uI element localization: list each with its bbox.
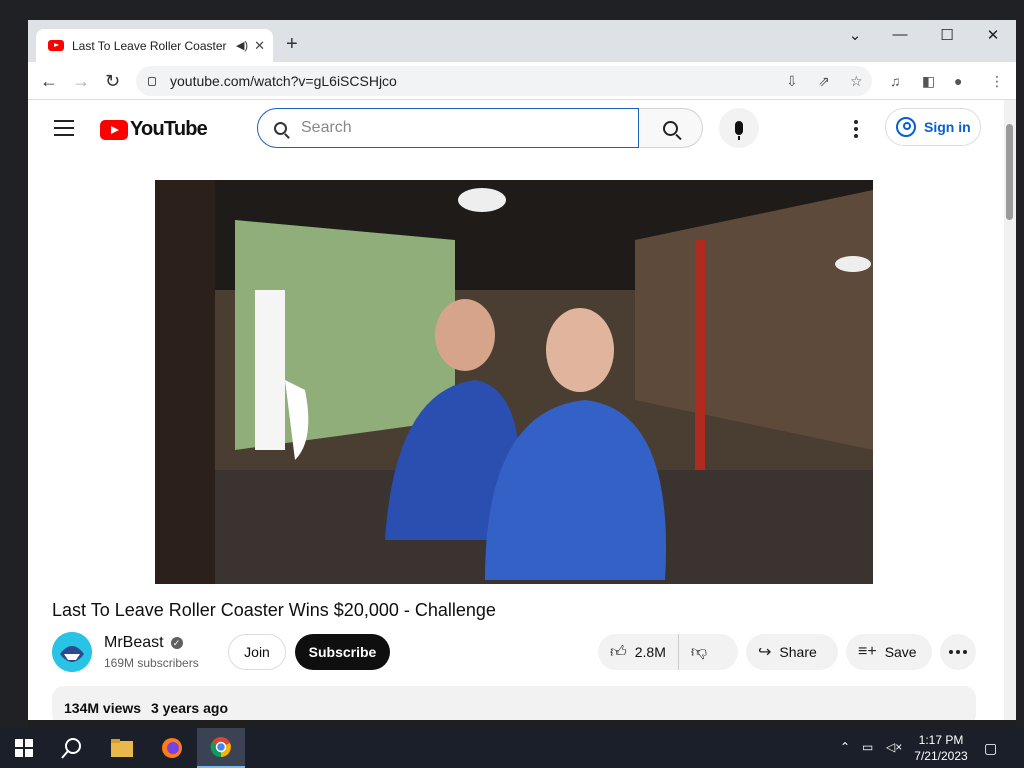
save-button[interactable]: ≡+ Save [846,634,932,670]
more-actions-button[interactable] [940,634,976,670]
view-count: 134M views [64,700,142,716]
url-text: youtube.com/watch?v=gL6iSCSHjco [170,73,397,89]
thumbs-down-icon: 👎︎ [690,643,708,661]
new-tab-button[interactable]: + [286,34,298,54]
search-icon [274,121,287,135]
search-button[interactable] [639,108,703,148]
side-panel-icon[interactable]: ◧ [922,73,935,90]
tab-strip: Last To Leave Roller Coaster ◀) ✕ + ⌄ — … [28,20,1016,62]
playlist-add-icon: ≡+ [858,643,877,660]
start-button[interactable] [0,728,48,768]
network-icon[interactable]: ▭ [862,740,873,754]
join-button[interactable]: Join [228,634,286,670]
windows-taskbar: ⌃ ▭ ◁× 1:17 PM 7/21/2023 ▢ [0,728,1024,768]
bookmark-star-icon[interactable]: ☆ [850,73,863,90]
sign-in-label: Sign in [924,119,971,135]
youtube-wordmark: YouTube [130,118,208,140]
search-icon [663,120,678,136]
desktop-top-edge [0,0,1024,20]
like-button[interactable]: 👍︎ 2.8M [598,634,679,670]
share-page-icon[interactable]: ⇗ [818,73,830,90]
scrollbar-thumb[interactable] [1006,124,1013,220]
search-box[interactable] [257,108,639,148]
youtube-logo[interactable]: YouTube [100,118,208,141]
address-bar[interactable]: youtube.com/watch?v=gL6iSCSHjco [136,66,872,96]
forward-arrow-icon[interactable]: → [72,70,90,92]
video-frame-image [155,180,873,584]
page-scrollbar[interactable] [1004,100,1016,720]
video-player[interactable] [155,180,873,584]
browser-window: Last To Leave Roller Coaster ◀) ✕ + ⌄ — … [28,20,1016,720]
clock-time: 1:17 PM [918,733,964,747]
youtube-favicon-icon [48,40,64,51]
clock-date: 7/21/2023 [914,749,968,763]
notification-icon[interactable]: ▢ [984,740,997,757]
hamburger-menu-icon[interactable] [54,120,74,136]
description-box[interactable]: 134M views 3 years ago [52,686,976,720]
user-circle-icon [896,117,916,137]
microphone-icon [735,121,743,140]
chrome-icon [210,737,231,758]
tab-active[interactable]: Last To Leave Roller Coaster ◀) ✕ [36,29,273,62]
lock-icon[interactable] [148,76,156,86]
share-button[interactable]: ↪ Share [746,634,838,670]
like-dislike-group: 👍︎ 2.8M 👎︎ [598,634,738,670]
desktop-left-edge [0,20,28,728]
verified-check-icon: ✓ [170,637,183,649]
browser-menu-icon[interactable]: ⋮ [990,73,1004,90]
file-explorer-button[interactable] [98,728,146,768]
share-label: Share [779,644,817,660]
save-label: Save [884,644,917,660]
share-arrow-icon: ↪ [758,644,772,661]
profile-icon[interactable]: ● [954,73,962,89]
upload-age: 3 years ago [150,700,229,716]
windows-logo-icon [15,739,33,757]
taskbar-search-button[interactable] [48,728,96,768]
video-title: Last To Leave Roller Coaster Wins $20,00… [52,600,496,620]
channel-name[interactable]: MrBeast [104,634,164,652]
speaker-icon[interactable]: ◀) [236,39,248,52]
channel-name-row[interactable]: MrBeast ✓ [104,634,183,652]
settings-menu-icon[interactable] [854,120,858,141]
system-clock[interactable]: 1:17 PM 7/21/2023 [906,732,976,764]
subscribe-button[interactable]: Subscribe [295,634,390,670]
maximize-button[interactable]: ☐ [932,26,962,44]
channel-avatar[interactable] [52,632,92,672]
minimize-button[interactable]: — [885,26,915,43]
like-count: 2.8M [634,644,666,660]
media-control-icon[interactable]: ♫ [890,73,901,89]
youtube-play-icon [100,119,128,140]
tab-close-icon[interactable]: ✕ [254,38,265,54]
youtube-header: YouTube Sign in [28,100,1004,156]
tray-expand-icon[interactable]: ⌃ [840,740,850,754]
install-icon[interactable]: ⇩ [786,73,798,90]
search-icon [61,738,81,759]
chrome-button[interactable] [197,728,245,768]
browser-toolbar: ← → ↻ youtube.com/watch?v=gL6iSCSHjco ⇩ … [28,62,1016,100]
sign-in-button[interactable]: Sign in [885,108,981,146]
back-arrow-icon[interactable]: ← [40,70,58,92]
folder-icon [111,739,133,757]
voice-search-button[interactable] [719,108,759,148]
firefox-button[interactable] [148,728,196,768]
search-input[interactable] [301,119,601,137]
volume-muted-icon[interactable]: ◁× [886,740,902,754]
dislike-button[interactable]: 👎︎ [679,643,715,662]
subscriber-count: 169M subscribers [104,656,199,670]
close-window-button[interactable]: ✕ [978,26,1008,44]
reload-icon[interactable]: ↻ [105,70,120,92]
firefox-icon [162,738,182,758]
tab-title: Last To Leave Roller Coaster [72,38,227,53]
thumbs-up-icon: 👍︎ [610,643,627,661]
tab-search-icon[interactable]: ⌄ [840,26,870,44]
channel-mascot-icon [52,632,92,672]
desktop-right-edge [1016,20,1024,728]
